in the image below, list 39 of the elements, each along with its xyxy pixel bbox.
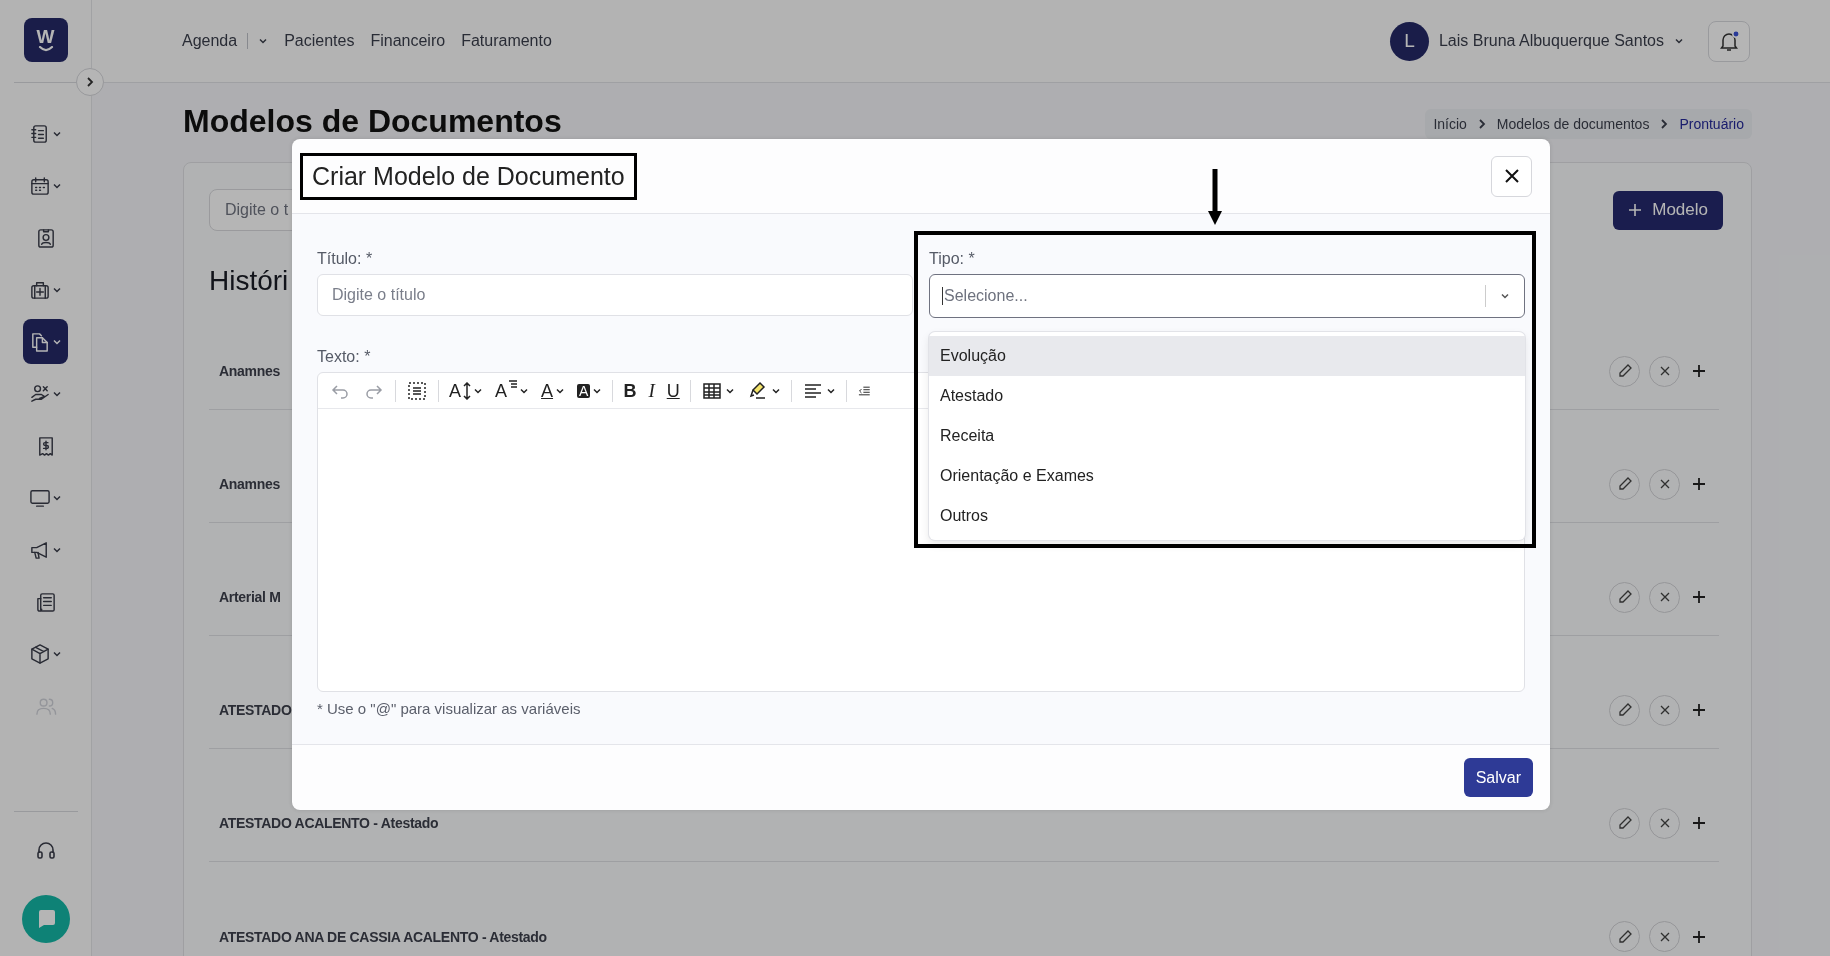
app-logo[interactable]: W [23, 18, 68, 62]
nav-link[interactable]: Financeiro [370, 32, 446, 50]
nav-link[interactable]: Pacientes [284, 32, 355, 50]
font-color-button[interactable]: A [536, 375, 571, 406]
bold-button[interactable]: B [618, 375, 642, 406]
model-title: ATESTADO [219, 702, 292, 718]
breadcrumb-link[interactable]: Prontuário [1679, 115, 1744, 132]
modal-title: Criar Modelo de Documento [300, 152, 637, 200]
underline-button[interactable]: U [661, 375, 685, 406]
model-title: ATESTADO ANA DE CASSIA ACALENTO - Atestado [219, 928, 547, 945]
model-title: ATESTADO ACALENTO - Atestado [219, 815, 439, 831]
title-input[interactable]: Digite o título [317, 274, 913, 316]
breadcrumb-link[interactable]: Início [1433, 115, 1467, 132]
field-label: Texto: * [317, 348, 371, 366]
dropdown-option[interactable]: Evolução [929, 336, 1525, 376]
field-label: Tipo: * [929, 250, 976, 268]
bg-color-button[interactable]: A [572, 375, 608, 406]
italic-button[interactable]: I [643, 375, 660, 406]
nav-link[interactable]: Faturamento [461, 32, 552, 50]
type-select[interactable]: Selecione... [929, 274, 1525, 318]
page-title: Modelos de Documentos [183, 103, 562, 140]
user-name[interactable]: Lais Bruna Albuquerque Santos [1438, 32, 1664, 50]
dropdown-option[interactable]: Receita [929, 416, 1525, 456]
font-family-button[interactable]: A [490, 375, 535, 406]
dropdown-option[interactable]: Atestado [929, 376, 1525, 416]
breadcrumb-link[interactable]: Modelos de documentos [1496, 115, 1650, 132]
section-title: Históri [209, 265, 289, 297]
font-size-button[interactable]: A [444, 375, 488, 406]
model-title: Anamnes [219, 476, 280, 492]
field-label: Título: * [317, 250, 374, 268]
dropdown-option[interactable]: Orientação e Exames [929, 456, 1525, 496]
dropdown-option[interactable]: Outros [929, 496, 1525, 536]
user-avatar[interactable]: L [1389, 21, 1429, 61]
model-title: Anamnes [219, 363, 280, 379]
hint-text: * Use o "@" para visualizar as variáveis [317, 700, 582, 717]
new-model-button[interactable]: Modelo [1613, 190, 1723, 230]
save-button[interactable]: Salvar [1463, 758, 1533, 797]
model-title: Arterial M [219, 589, 281, 605]
nav-link[interactable]: Agenda [182, 32, 269, 50]
